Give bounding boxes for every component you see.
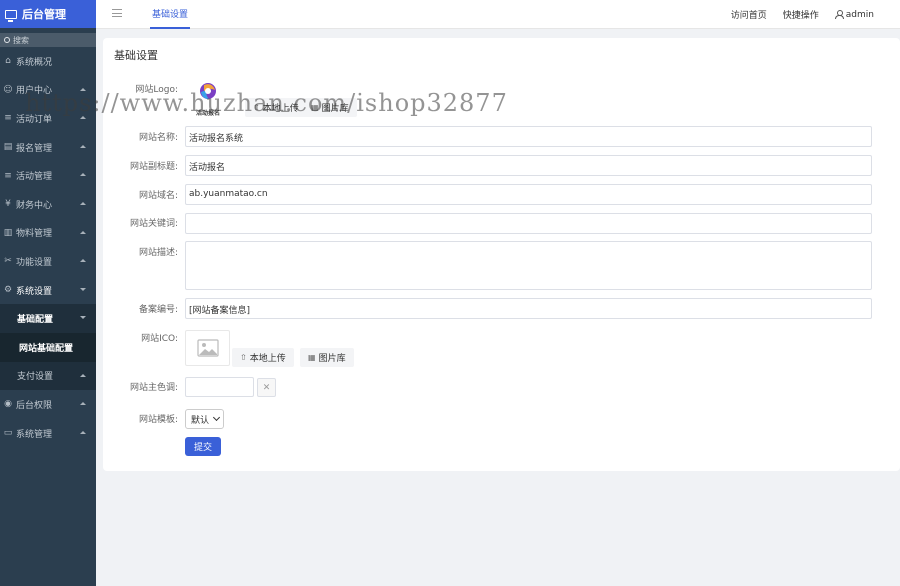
sidebar-item-label: 功能设置 <box>16 257 53 268</box>
site-subtitle-label: 网站副标题: <box>129 162 178 172</box>
chevron-up-icon <box>80 173 86 177</box>
header-right: 访问首页 快捷操作 admin <box>731 8 900 22</box>
top-header: 基础设置 访问首页 快捷操作 admin <box>96 0 900 29</box>
sidebar-item-label: 网站基础配置 <box>19 343 74 354</box>
user-icon <box>834 10 844 19</box>
sidebar-item-basic-config[interactable]: 基础配置 <box>0 304 96 333</box>
site-description-textarea[interactable] <box>185 241 872 290</box>
list-icon: ≡ <box>4 170 12 181</box>
users-icon: ☺ <box>3 84 13 95</box>
chevron-up-icon <box>80 201 86 205</box>
sidebar-item-label: 活动管理 <box>16 172 53 183</box>
sidebar-item-label: 物料管理 <box>16 229 53 240</box>
sidebar-item-label: 系统管理 <box>16 429 53 440</box>
template-label: 网站模板: <box>138 415 178 425</box>
chevron-down-icon <box>212 413 221 422</box>
quick-actions-link[interactable]: 快捷操作 <box>783 8 819 21</box>
watermark-text: https://www.huzhan.com/ishop32877 <box>25 89 508 117</box>
chevron-down-icon <box>80 287 86 291</box>
ico-gallery-label: 图片库 <box>318 354 346 364</box>
icp-number-input[interactable]: [网站备案信息] <box>185 298 872 319</box>
brand-title: 后台管理 <box>22 8 66 21</box>
chevron-up-icon <box>80 144 86 148</box>
box-icon: ▥ <box>3 227 13 238</box>
sidebar-item-label: 支付设置 <box>17 372 54 383</box>
chevron-up-icon <box>80 373 86 377</box>
username: admin <box>845 9 874 20</box>
sidebar-item-label: 后台权限 <box>16 400 53 411</box>
site-keywords-input[interactable] <box>185 213 872 234</box>
close-icon: ✕ <box>262 382 271 393</box>
grid-icon: ▦ <box>308 353 316 362</box>
site-ico-label: 网站ICO: <box>141 334 178 344</box>
sidebar-item-permissions[interactable]: ◉ 后台权限 <box>0 390 96 419</box>
chevron-up-icon <box>80 230 86 234</box>
image-icon <box>196 339 219 357</box>
site-domain-label: 网站域名: <box>138 191 178 201</box>
template-select[interactable]: 默认 <box>185 409 224 429</box>
page-title: 基础设置 <box>114 49 158 62</box>
chevron-up-icon <box>80 259 86 263</box>
monitor-icon <box>5 9 17 22</box>
home-icon: ⌂ <box>5 56 11 67</box>
sidebar-item-materials[interactable]: ▥ 物料管理 <box>0 219 96 248</box>
chevron-down-icon <box>80 316 86 320</box>
theme-color-label: 网站主色调: <box>129 383 178 393</box>
sidebar-item-label: 系统概况 <box>16 57 53 68</box>
site-name-input[interactable]: 活动报名系统 <box>185 126 872 147</box>
site-description-label: 网站描述: <box>138 248 178 258</box>
gear-icon: ⚙ <box>3 285 13 296</box>
search-placeholder: 搜索 <box>13 35 29 45</box>
ico-upload-button[interactable]: ⇧ 本地上传 <box>232 348 294 367</box>
site-subtitle-input[interactable]: 活动报名 <box>185 155 872 176</box>
tools-icon: ✂ <box>4 256 12 267</box>
sidebar-item-system-admin[interactable]: ▭ 系统管理 <box>0 419 96 448</box>
site-keywords-label: 网站关键词: <box>129 219 178 229</box>
site-domain-input[interactable]: ab.yuanmatao.cn <box>185 184 872 205</box>
visit-home-link[interactable]: 访问首页 <box>731 8 767 21</box>
upload-icon: ⇧ <box>240 353 247 362</box>
brand[interactable]: 后台管理 <box>0 0 96 28</box>
sidebar: 后台管理 搜索 ⌂ 系统概况 ☺ 用户中心 ≡ 活动订单 ▤ 报名管理 ≡ 活动管理 ¥ 财… <box>0 0 96 586</box>
template-selected-value: 默认 <box>191 415 210 426</box>
menu-toggle-icon[interactable] <box>112 9 122 17</box>
theme-color-input[interactable] <box>185 377 254 397</box>
sidebar-item-activities[interactable]: ≡ 活动管理 <box>0 161 96 190</box>
ico-upload-label: 本地上传 <box>249 354 286 364</box>
sidebar-item-system-settings[interactable]: ⚙ 系统设置 <box>0 276 96 305</box>
sidebar-item-finance[interactable]: ¥ 财务中心 <box>0 190 96 219</box>
chevron-up-icon <box>80 402 86 406</box>
tab-basic-settings[interactable]: 基础设置 <box>150 0 191 29</box>
sidebar-item-site-basic-config[interactable]: 网站基础配置 <box>0 332 96 362</box>
monitor-icon: ▭ <box>3 428 13 439</box>
sidebar-item-features[interactable]: ✂ 功能设置 <box>0 247 96 276</box>
search-icon <box>4 37 10 43</box>
sidebar-item-label: 财务中心 <box>16 200 53 211</box>
list-icon: ≡ <box>4 113 12 124</box>
submit-button[interactable]: 提交 <box>185 437 221 456</box>
icp-number-label: 备案编号: <box>138 305 178 315</box>
sidebar-item-label: 系统设置 <box>16 286 53 297</box>
file-icon: ▤ <box>3 142 13 153</box>
sidebar-item-payment[interactable]: 支付设置 <box>0 361 96 391</box>
sidebar-item-label: 报名管理 <box>16 143 53 154</box>
user-menu[interactable]: admin <box>834 8 890 21</box>
sidebar-item-label: 基础配置 <box>17 315 54 326</box>
search-input[interactable]: 搜索 <box>0 33 96 47</box>
sidebar-item-overview[interactable]: ⌂ 系统概况 <box>0 47 96 76</box>
sidebar-item-registration[interactable]: ▤ 报名管理 <box>0 133 96 162</box>
ico-gallery-button[interactable]: ▦ 图片库 <box>300 348 354 367</box>
color-clear-button[interactable]: ✕ <box>257 378 276 397</box>
ico-image-placeholder[interactable] <box>185 330 230 366</box>
yen-icon: ¥ <box>5 199 11 210</box>
chevron-up-icon <box>80 430 86 434</box>
shield-icon: ◉ <box>4 399 12 410</box>
site-name-label: 网站名称: <box>138 133 178 143</box>
